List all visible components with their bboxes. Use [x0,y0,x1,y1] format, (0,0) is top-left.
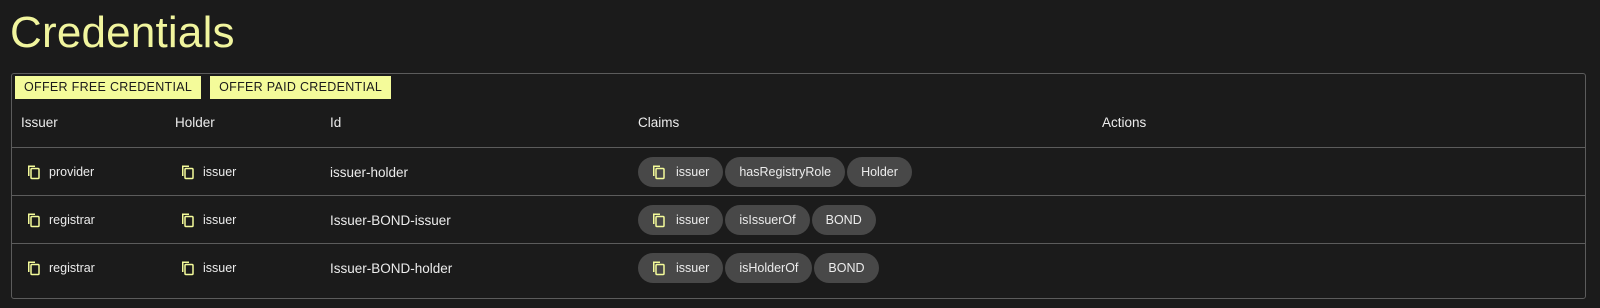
copy-icon[interactable] [179,164,195,180]
copy-icon[interactable] [179,212,195,228]
offer-paid-credential-button[interactable]: OFFER PAID CREDENTIAL [210,76,392,99]
claim-subject: issuer [676,165,710,179]
copy-icon[interactable] [650,164,666,180]
claim-subject: issuer [676,261,710,275]
table-header: Issuer Holder Id Claims Actions [12,98,1585,148]
toolbar: OFFER FREE CREDENTIAL OFFER PAID CREDENT… [15,76,392,99]
issuer-cell: registrar [25,196,95,244]
claim-chip-object[interactable]: Holder [847,157,912,187]
copy-icon[interactable] [650,212,666,228]
issuer-cell: provider [25,148,94,196]
id-value: issuer-holder [330,164,409,180]
column-header-holder[interactable]: Holder [175,115,215,130]
copy-icon[interactable] [25,212,41,228]
table-row: provider issuer issuer-holder issuer has… [12,148,1585,196]
id-cell: Issuer-BOND-issuer [330,196,451,244]
column-header-claims[interactable]: Claims [638,115,679,130]
claim-chip-subject[interactable]: issuer [638,253,724,283]
holder-value: issuer [203,261,237,275]
claim-chip-predicate[interactable]: hasRegistryRole [725,157,846,187]
table-row: registrar issuer Issuer-BOND-issuer issu… [12,196,1585,244]
issuer-cell: registrar [25,244,95,292]
claims-cell: issuer isIssuerOf BOND [638,196,878,244]
claims-cell: issuer isHolderOf BOND [638,244,881,292]
holder-cell: issuer [179,196,236,244]
column-header-issuer[interactable]: Issuer [21,115,58,130]
credentials-panel: OFFER FREE CREDENTIAL OFFER PAID CREDENT… [11,73,1586,299]
claim-chip-predicate[interactable]: isHolderOf [725,253,813,283]
id-value: Issuer-BOND-issuer [330,212,451,228]
holder-value: issuer [203,165,237,179]
issuer-value: registrar [49,261,95,275]
column-header-actions[interactable]: Actions [1102,115,1146,130]
copy-icon[interactable] [179,260,195,276]
page-title: Credentials [10,8,235,57]
id-value: Issuer-BOND-holder [330,260,453,276]
claims-cell: issuer hasRegistryRole Holder [638,148,914,196]
id-cell: Issuer-BOND-holder [330,244,452,292]
claim-subject: issuer [676,213,710,227]
issuer-value: provider [49,165,95,179]
holder-cell: issuer [179,148,236,196]
id-cell: issuer-holder [330,148,408,196]
copy-icon[interactable] [650,260,666,276]
copy-icon[interactable] [25,164,41,180]
column-header-id[interactable]: Id [330,115,341,130]
offer-free-credential-button[interactable]: OFFER FREE CREDENTIAL [15,76,202,99]
holder-cell: issuer [179,244,236,292]
copy-icon[interactable] [25,260,41,276]
claim-chip-object[interactable]: BOND [814,253,879,283]
claim-chip-subject[interactable]: issuer [638,205,724,235]
claim-chip-predicate[interactable]: isIssuerOf [725,205,810,235]
table-row: registrar issuer Issuer-BOND-holder issu… [12,244,1585,292]
claim-chip-subject[interactable]: issuer [638,157,724,187]
holder-value: issuer [203,213,237,227]
claim-chip-object[interactable]: BOND [811,205,876,235]
issuer-value: registrar [49,213,95,227]
